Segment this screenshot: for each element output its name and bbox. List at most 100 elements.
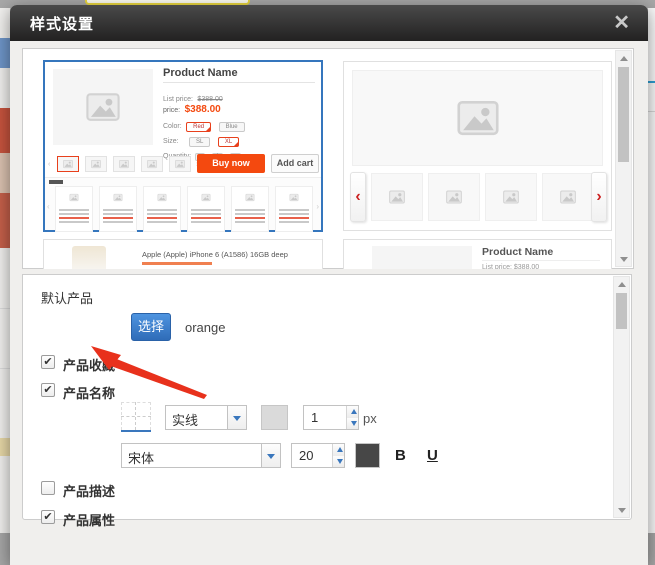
border-width-input[interactable] bbox=[304, 406, 346, 429]
text-line bbox=[59, 221, 89, 223]
font-size-input[interactable] bbox=[292, 444, 332, 467]
image-icon bbox=[112, 193, 124, 202]
page-left-thumb bbox=[0, 438, 10, 456]
border-side-picker[interactable] bbox=[121, 402, 151, 432]
related-product-card[interactable] bbox=[275, 186, 313, 232]
border-width-spinner bbox=[346, 406, 358, 429]
bold-button[interactable]: B bbox=[395, 447, 406, 464]
scroll-down-arrow[interactable] bbox=[614, 503, 629, 517]
checkbox-product-attributes[interactable]: ✔ bbox=[41, 510, 55, 524]
product-favorite-label: 产品收藏 bbox=[63, 355, 115, 374]
px-unit-label: px bbox=[363, 411, 377, 426]
spinner-down-icon[interactable] bbox=[333, 456, 344, 468]
underline-button[interactable]: U bbox=[427, 447, 438, 464]
select-button[interactable]: 选择 bbox=[131, 313, 171, 341]
selected-product-value: orange bbox=[185, 320, 225, 335]
text-line bbox=[59, 213, 89, 215]
page-left-sliver bbox=[0, 8, 10, 533]
page-left-banner-tan bbox=[0, 153, 10, 193]
scroll-down-arrow[interactable] bbox=[616, 252, 631, 266]
product-name-label: 产品名称 bbox=[63, 383, 115, 402]
price-label: price: bbox=[163, 107, 180, 114]
image-icon bbox=[387, 189, 407, 205]
carousel-thumbnail[interactable] bbox=[371, 173, 423, 221]
template-option-1-selected[interactable]: Product Name List price: $388.00 price: … bbox=[43, 60, 323, 232]
checkbox-product-favorite[interactable]: ✔ bbox=[41, 355, 55, 369]
text-line bbox=[191, 213, 221, 215]
preview-scrollbar[interactable] bbox=[615, 50, 632, 267]
carousel-thumbnail[interactable] bbox=[485, 173, 537, 221]
dialog-title: 样式设置 bbox=[30, 13, 94, 34]
product-description-label: 产品描述 bbox=[63, 481, 115, 500]
font-family-select[interactable]: 宋体 bbox=[121, 443, 281, 468]
font-size-spinner bbox=[332, 444, 344, 467]
page-left-banner-red1 bbox=[0, 108, 10, 153]
thumb-prev-arrow[interactable]: ‹ bbox=[48, 161, 50, 168]
text-line bbox=[235, 209, 265, 211]
related-product-card[interactable] bbox=[143, 186, 181, 232]
price-value: $388.00 bbox=[185, 104, 221, 115]
text-line bbox=[147, 213, 177, 215]
thumbnail[interactable] bbox=[141, 156, 163, 172]
image-icon bbox=[558, 189, 578, 205]
thumbnail[interactable] bbox=[85, 156, 107, 172]
image-icon bbox=[90, 159, 102, 169]
scrollbar-thumb[interactable] bbox=[616, 293, 627, 329]
related-title-bar bbox=[49, 180, 63, 184]
checkbox-product-name[interactable]: ✔ bbox=[41, 383, 55, 397]
page-left-line bbox=[0, 308, 10, 309]
check-icon: ✔ bbox=[43, 511, 52, 523]
thumbnail[interactable] bbox=[169, 156, 191, 172]
related-prev-arrow[interactable]: ‹ bbox=[47, 202, 50, 211]
page-right-gray-line bbox=[648, 111, 655, 112]
settings-scrollbar[interactable] bbox=[613, 276, 630, 518]
border-color-swatch[interactable] bbox=[261, 405, 288, 430]
image-icon bbox=[244, 193, 256, 202]
carousel-thumbnail[interactable] bbox=[428, 173, 480, 221]
default-product-label: 默认产品 bbox=[41, 288, 93, 307]
main-image-placeholder bbox=[53, 69, 153, 145]
spinner-down-icon[interactable] bbox=[347, 418, 358, 430]
related-next-arrow[interactable]: › bbox=[316, 202, 319, 211]
image-icon bbox=[146, 159, 158, 169]
checkbox-product-description[interactable] bbox=[41, 481, 55, 495]
font-color-swatch[interactable] bbox=[355, 443, 380, 468]
image-icon bbox=[156, 193, 168, 202]
thumbnail[interactable] bbox=[113, 156, 135, 172]
related-product-card[interactable] bbox=[55, 186, 93, 232]
close-icon[interactable]: ✕ bbox=[613, 13, 630, 33]
border-style-select[interactable]: 实线 bbox=[165, 405, 247, 430]
add-cart-button[interactable]: Add cart bbox=[271, 154, 319, 173]
template3-title: Apple (Apple) iPhone 6 (A1586) 16GB deep bbox=[142, 250, 288, 259]
color-label: Color: bbox=[163, 123, 182, 130]
carousel-prev-arrow[interactable]: ‹ bbox=[350, 172, 366, 222]
image-icon bbox=[62, 159, 74, 169]
image-icon bbox=[288, 193, 300, 202]
buy-now-button[interactable]: Buy now bbox=[197, 154, 265, 173]
image-icon bbox=[118, 159, 130, 169]
page-right-sliver bbox=[648, 8, 655, 533]
preview-product-name: Product Name bbox=[163, 67, 238, 79]
text-line bbox=[235, 221, 265, 223]
price-line bbox=[191, 217, 221, 219]
spinner-up-icon[interactable] bbox=[347, 406, 358, 418]
thumbnail-selected[interactable] bbox=[57, 156, 79, 172]
scroll-up-arrow[interactable] bbox=[616, 51, 631, 65]
scroll-up-arrow[interactable] bbox=[614, 277, 629, 291]
template-option-4[interactable]: Product Name List price: $388.00 bbox=[343, 239, 612, 269]
image-icon bbox=[83, 90, 123, 124]
scrollbar-thumb[interactable] bbox=[618, 67, 629, 162]
text-line bbox=[103, 209, 133, 211]
page-left-blue-block bbox=[0, 38, 10, 68]
carousel-thumbnail[interactable] bbox=[542, 173, 594, 221]
template-option-3[interactable]: Apple (Apple) iPhone 6 (A1586) 16GB deep bbox=[43, 239, 323, 269]
chevron-down-icon[interactable] bbox=[261, 444, 280, 467]
related-product-card[interactable] bbox=[187, 186, 225, 232]
settings-panel: 默认产品 选择 orange ✔ 产品收藏 ✔ 产品名称 实线 px bbox=[22, 274, 632, 520]
chevron-down-icon[interactable] bbox=[227, 406, 246, 429]
carousel-next-arrow[interactable]: › bbox=[591, 172, 607, 222]
template-option-2[interactable]: ‹ › bbox=[343, 61, 612, 231]
spinner-up-icon[interactable] bbox=[333, 444, 344, 456]
related-product-card[interactable] bbox=[231, 186, 269, 232]
related-product-card[interactable] bbox=[99, 186, 137, 232]
